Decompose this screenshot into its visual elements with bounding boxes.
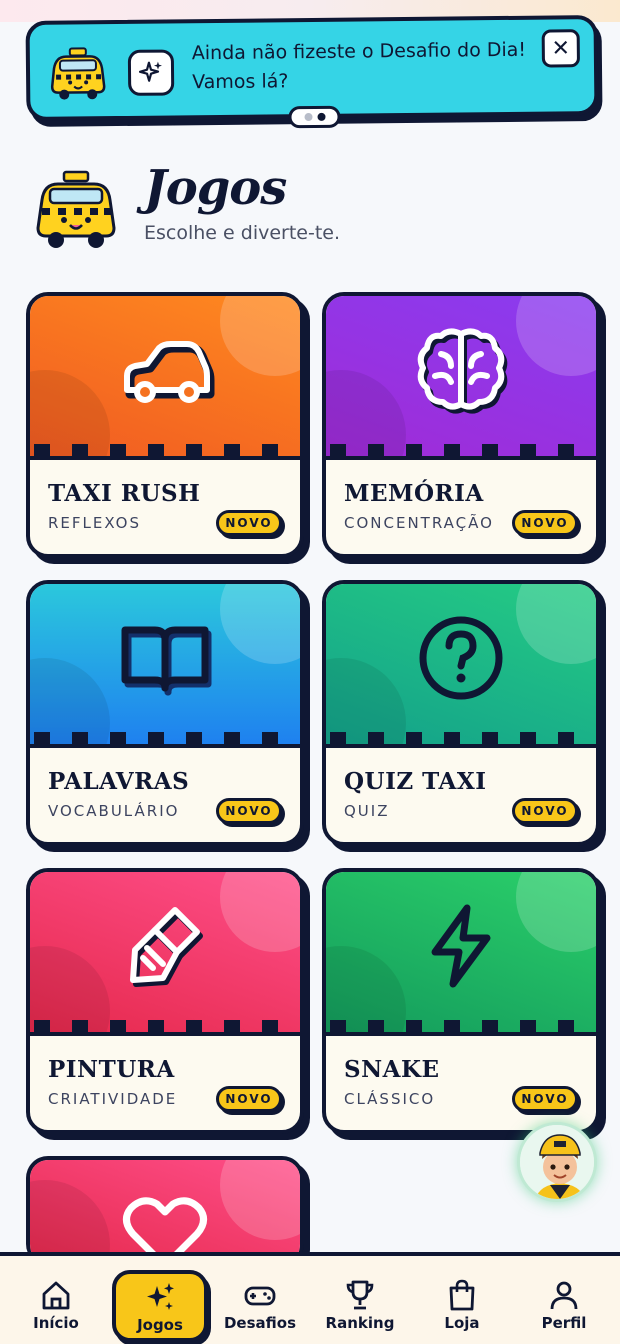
- game-category: CONCENTRAÇÃO: [344, 514, 494, 532]
- nav-label: Início: [33, 1314, 79, 1332]
- game-card[interactable]: QUIZ TAXI QUIZ NOVO: [322, 580, 600, 846]
- game-card[interactable]: [26, 1156, 304, 1266]
- nav-label: Loja: [444, 1314, 480, 1332]
- game-category: VOCABULÁRIO: [48, 802, 180, 820]
- taxi-mascot-icon: [36, 170, 116, 248]
- driver-avatar-icon: [520, 1125, 594, 1199]
- page-subtitle: Escolhe e diverte-te.: [144, 222, 341, 244]
- user-icon: [547, 1278, 581, 1312]
- nav-item-ranking[interactable]: Ranking: [312, 1266, 408, 1342]
- game-title: PINTURA: [48, 1056, 175, 1083]
- page-title: Jogos: [144, 160, 287, 216]
- brush-icon: [115, 896, 215, 996]
- game-category: QUIZ: [344, 802, 390, 820]
- game-card[interactable]: TAXI RUSH REFLEXOS NOVO: [26, 292, 304, 558]
- game-card-banner: [30, 1160, 300, 1266]
- game-title: PALAVRAS: [48, 768, 190, 795]
- book-icon: [115, 608, 215, 708]
- nav-label: Perfil: [541, 1314, 587, 1332]
- game-card[interactable]: MEMÓRIA CONCENTRAÇÃO NOVO: [322, 292, 600, 558]
- game-category: CRIATIVIDADE: [48, 1090, 178, 1108]
- shopping-bag-icon: [445, 1278, 479, 1312]
- game-title: TAXI RUSH: [48, 480, 201, 507]
- pagination-dot[interactable]: [303, 113, 313, 122]
- pagination-dot-active[interactable]: [316, 112, 326, 121]
- brain-icon: [411, 320, 511, 420]
- new-badge: NOVO: [216, 510, 282, 536]
- taxi-mascot-icon: [50, 47, 106, 100]
- bottom-navigation: Início Jogos Desafios Ranking Loja Perfil: [0, 1252, 620, 1344]
- game-card-banner: [30, 872, 300, 1036]
- new-badge: NOVO: [512, 798, 578, 824]
- assistant-avatar-button[interactable]: [517, 1122, 597, 1202]
- nav-item-perfil[interactable]: Perfil: [516, 1266, 612, 1342]
- game-category: CLÁSSICO: [344, 1090, 436, 1108]
- game-card[interactable]: SNAKE CLÁSSICO NOVO: [322, 868, 600, 1134]
- daily-challenge-banner[interactable]: Ainda não fizeste o Desafio do Dia! Vamo…: [25, 15, 599, 129]
- game-card-banner: [326, 296, 596, 460]
- nav-label: Jogos: [137, 1316, 183, 1334]
- home-icon: [39, 1278, 73, 1312]
- new-badge: NOVO: [512, 1086, 578, 1112]
- sparkles-icon: [127, 49, 175, 96]
- banner-pagination[interactable]: [288, 105, 341, 129]
- new-badge: NOVO: [512, 510, 578, 536]
- bolt-icon: [411, 896, 511, 996]
- car-icon: [115, 320, 215, 420]
- new-badge: NOVO: [216, 1086, 282, 1112]
- nav-label: Desafios: [223, 1314, 297, 1332]
- new-badge: NOVO: [216, 798, 282, 824]
- game-title: MEMÓRIA: [344, 480, 484, 507]
- game-title: QUIZ TAXI: [344, 768, 487, 795]
- banner-message: Ainda não fizeste o Desafio do Dia! Vamo…: [191, 38, 527, 94]
- question-icon: [411, 608, 511, 708]
- nav-item-jogos[interactable]: Jogos: [112, 1270, 208, 1342]
- gamepad-icon: [243, 1278, 277, 1312]
- game-card-banner: [326, 872, 596, 1036]
- game-category: REFLEXOS: [48, 514, 142, 532]
- trophy-icon: [343, 1278, 377, 1312]
- game-title: SNAKE: [344, 1056, 440, 1083]
- nav-item-inicio[interactable]: Início: [8, 1266, 104, 1342]
- nav-label: Ranking: [325, 1314, 395, 1332]
- nav-item-loja[interactable]: Loja: [414, 1266, 510, 1342]
- close-button[interactable]: ✕: [541, 29, 581, 68]
- game-card-banner: [30, 584, 300, 748]
- game-card[interactable]: PALAVRAS VOCABULÁRIO NOVO: [26, 580, 304, 846]
- sparkles-icon: [143, 1280, 177, 1314]
- game-card-banner: [30, 296, 300, 460]
- game-card-banner: [326, 584, 596, 748]
- nav-item-desafios[interactable]: Desafios: [212, 1266, 308, 1342]
- game-card[interactable]: PINTURA CRIATIVIDADE NOVO: [26, 868, 304, 1134]
